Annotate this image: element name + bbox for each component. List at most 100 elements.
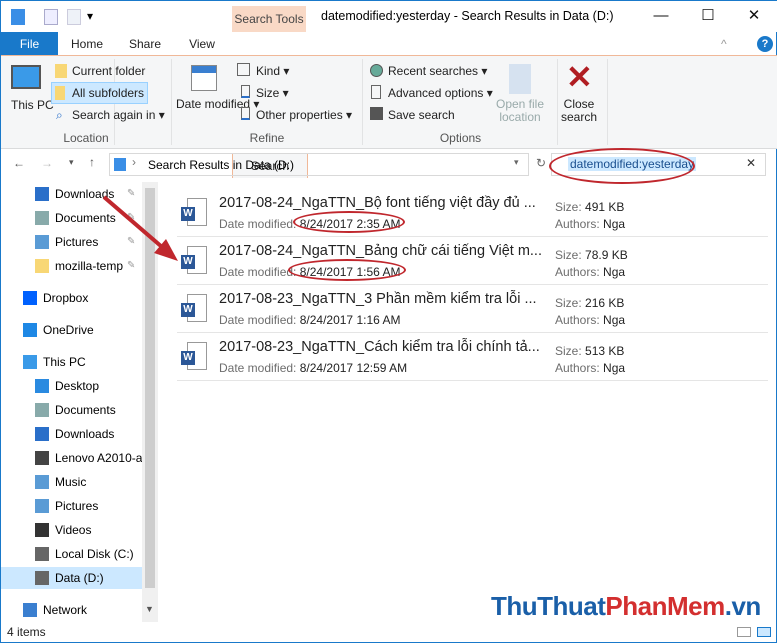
clear-search-icon[interactable]: ✕	[746, 156, 756, 170]
customize-chevron-icon[interactable]: ▾	[87, 9, 93, 23]
options-group-label: Options	[439, 131, 482, 145]
up-button[interactable]: ↑	[89, 155, 95, 169]
nav-item-data-d[interactable]: Data (D:)	[1, 567, 142, 589]
size-button[interactable]: Size ▾	[256, 86, 289, 100]
open-file-location-icon	[509, 64, 531, 94]
advanced-options-icon	[371, 85, 381, 99]
word-document-icon: W	[181, 342, 207, 372]
other-properties-button[interactable]: Other properties ▾	[256, 108, 352, 122]
size-icon	[241, 85, 250, 98]
this-pc-button[interactable]: This PC	[11, 98, 54, 112]
folder-icon	[35, 259, 49, 273]
forward-button[interactable]: →	[41, 156, 53, 170]
nav-item-dropbox[interactable]: Dropbox	[1, 287, 142, 309]
nav-item-desktop[interactable]: Desktop	[1, 375, 142, 397]
size-label: Size:	[555, 344, 582, 358]
advanced-options-label: Advanced options	[388, 86, 484, 100]
tab-file[interactable]: File	[1, 32, 58, 56]
nav-item-label: Network	[43, 603, 88, 617]
date-modified-value: 8/24/2017 1:16 AM	[299, 313, 401, 327]
nav-item-pictures[interactable]: Pictures	[1, 495, 142, 517]
result-item[interactable]: W 2017-08-24_NgaTTN_Bảng chữ cái tiếng V…	[177, 237, 768, 285]
back-button[interactable]: ←	[13, 156, 25, 170]
date-modified-label: Date modified:	[219, 265, 297, 279]
result-item[interactable]: W 2017-08-23_NgaTTN_3 Phần mềm kiểm tra …	[177, 285, 768, 333]
size-value: 513 KB	[585, 344, 625, 358]
collapse-ribbon-icon[interactable]: ^	[721, 37, 727, 51]
details-view-icon[interactable]	[737, 627, 751, 637]
picture-icon	[35, 499, 49, 513]
address-dropdown-icon[interactable]: ▾	[514, 157, 519, 168]
nav-item-label: Documents	[55, 403, 116, 417]
advanced-options-button[interactable]: Advanced options ▾	[388, 86, 493, 100]
all-subfolders-button[interactable]: All subfolders	[51, 82, 148, 104]
this-pc-icon	[11, 65, 41, 89]
save-search-button[interactable]: Save search	[388, 108, 455, 122]
help-icon[interactable]: ?	[757, 36, 773, 52]
nav-item-label: Lenovo A2010-a	[55, 451, 143, 465]
maximize-button[interactable]: ☐	[685, 5, 731, 27]
close-search-icon: ✕	[566, 59, 593, 95]
kind-button[interactable]: Kind ▾	[256, 64, 289, 78]
title-bar: ▾ Search Tools datemodified:yesterday - …	[1, 1, 777, 32]
recent-locations-chevron-icon[interactable]: ▾	[69, 157, 74, 168]
result-item[interactable]: W 2017-08-24_NgaTTN_Bộ font tiếng việt đ…	[177, 189, 768, 237]
properties-icon[interactable]	[44, 9, 58, 25]
nav-item-this-pc[interactable]: This PC	[1, 351, 142, 373]
tab-share[interactable]: Share	[119, 32, 171, 56]
nav-item-local-disk-c[interactable]: Local Disk (C:)	[1, 543, 142, 565]
nav-item-downloads[interactable]: Downloads	[1, 423, 142, 445]
context-tab-search-tools: Search Tools	[232, 6, 306, 32]
size-value: 216 KB	[585, 296, 625, 310]
nav-item-network[interactable]: Network	[1, 599, 142, 621]
save-search-icon	[370, 107, 383, 120]
disk-icon	[35, 547, 49, 561]
date-modified-button[interactable]: Date modified ▾	[176, 98, 259, 111]
nav-item-documents[interactable]: Documents	[1, 399, 142, 421]
minimize-button[interactable]: —	[638, 5, 684, 27]
disk-icon	[35, 571, 49, 585]
word-document-icon: W	[181, 294, 207, 324]
annotation-arrow	[102, 195, 178, 261]
tiles-view-icon[interactable]	[757, 627, 771, 637]
annotation-oval	[288, 259, 406, 281]
open-file-location-button[interactable]: Open file location	[495, 98, 545, 124]
refresh-button[interactable]: ↻	[536, 156, 546, 170]
recent-searches-label: Recent searches	[388, 64, 479, 78]
close-button[interactable]: ✕	[731, 5, 777, 27]
new-folder-icon[interactable]	[67, 9, 81, 25]
result-item[interactable]: W 2017-08-23_NgaTTN_Cách kiểm tra lỗi ch…	[177, 333, 768, 381]
search-again-button[interactable]: Search again in ▾	[72, 108, 165, 122]
document-icon	[35, 403, 49, 417]
music-icon	[35, 475, 49, 489]
nav-item-label: Downloads	[55, 427, 115, 441]
date-modified-label: Date modified:	[219, 217, 297, 231]
nav-item-videos[interactable]: Videos	[1, 519, 142, 541]
phone-icon	[35, 451, 49, 465]
size-value: 491 KB	[585, 200, 625, 214]
authors-label: Authors:	[555, 217, 600, 231]
pc-icon	[23, 355, 37, 369]
annotation-oval	[293, 211, 405, 233]
close-search-button[interactable]: Close search	[558, 98, 600, 124]
nav-item-music[interactable]: Music	[1, 471, 142, 493]
scroll-down-icon[interactable]: ▼	[145, 604, 154, 614]
size-label: Size:	[555, 248, 582, 262]
tab-view[interactable]: View	[177, 32, 227, 56]
size-label: Size:	[555, 200, 582, 214]
tab-home[interactable]: Home	[61, 32, 113, 56]
search-results-icon	[114, 158, 126, 171]
other-properties-label: Other properties	[256, 108, 343, 122]
size-label: Size	[256, 86, 280, 100]
nav-item-label: This PC	[43, 355, 86, 369]
nav-item-lenovo-a2010-a[interactable]: Lenovo A2010-a	[1, 447, 142, 469]
nav-item-label: Pictures	[55, 499, 99, 513]
nav-item-label: Desktop	[55, 379, 100, 393]
dropbox-icon	[23, 291, 37, 305]
current-folder-button[interactable]: Current folder	[72, 64, 145, 78]
address-bar[interactable]: › Search Results in Data (D:) ▾	[109, 153, 529, 176]
folder-icon	[55, 64, 67, 78]
recent-searches-button[interactable]: Recent searches ▾	[388, 64, 487, 78]
nav-item-onedrive[interactable]: OneDrive	[1, 319, 142, 341]
nav-item-label: Videos	[55, 523, 92, 537]
